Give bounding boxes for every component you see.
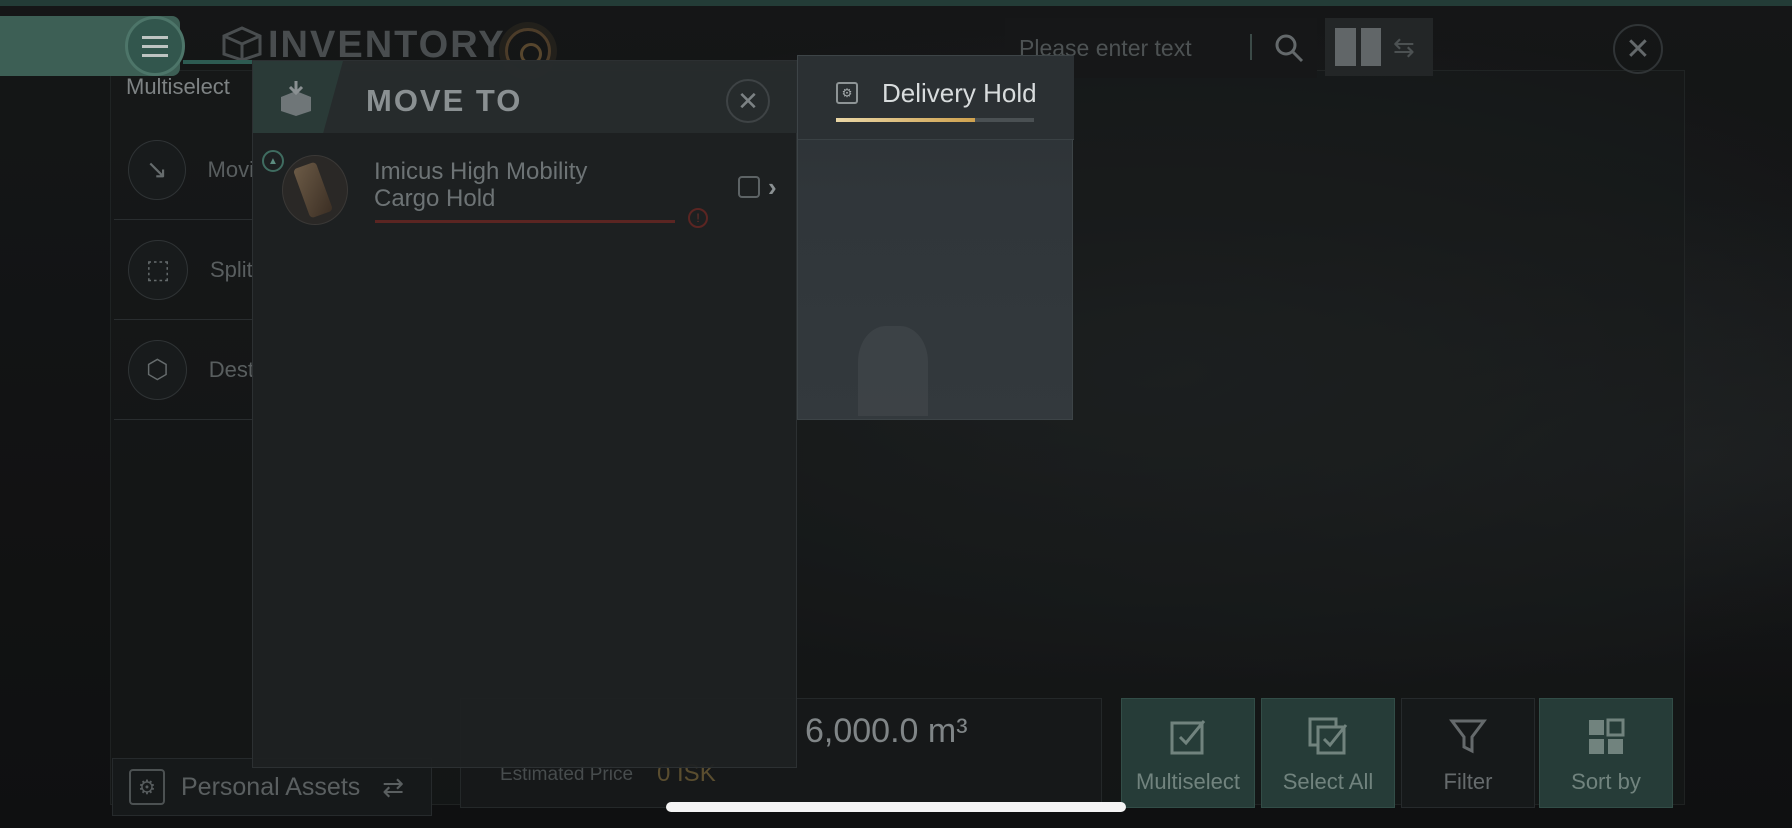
cargo-hold-thumbnail[interactable] (282, 155, 348, 225)
background-figure (858, 326, 928, 416)
move-to-title: MOVE TO (366, 83, 523, 118)
chevron-right-icon[interactable]: › (768, 172, 777, 203)
move-to-close-button[interactable]: ✕ (726, 79, 770, 123)
delivery-hold-option[interactable]: ⚙ Delivery Hold (798, 56, 1074, 140)
hold-type-icon (738, 176, 760, 198)
warning-icon: ! (688, 208, 708, 228)
hold-name-line2[interactable]: Cargo Hold (374, 185, 495, 213)
delivery-hold-popover: ⚙ Delivery Hold (797, 55, 1074, 420)
move-to-box-icon (281, 81, 311, 116)
hold-name[interactable]: Imicus High Mobility (374, 158, 587, 186)
hold-badge-icon: ▲ (262, 150, 284, 172)
delivery-hold-title: Delivery Hold (882, 78, 1037, 108)
delivery-hold-icon: ⚙ (836, 82, 858, 104)
move-to-header: MOVE TO ✕ (253, 61, 798, 133)
home-indicator[interactable] (666, 802, 1126, 812)
delivery-capacity-fill (836, 118, 975, 122)
hold-capacity-bar (375, 220, 675, 223)
